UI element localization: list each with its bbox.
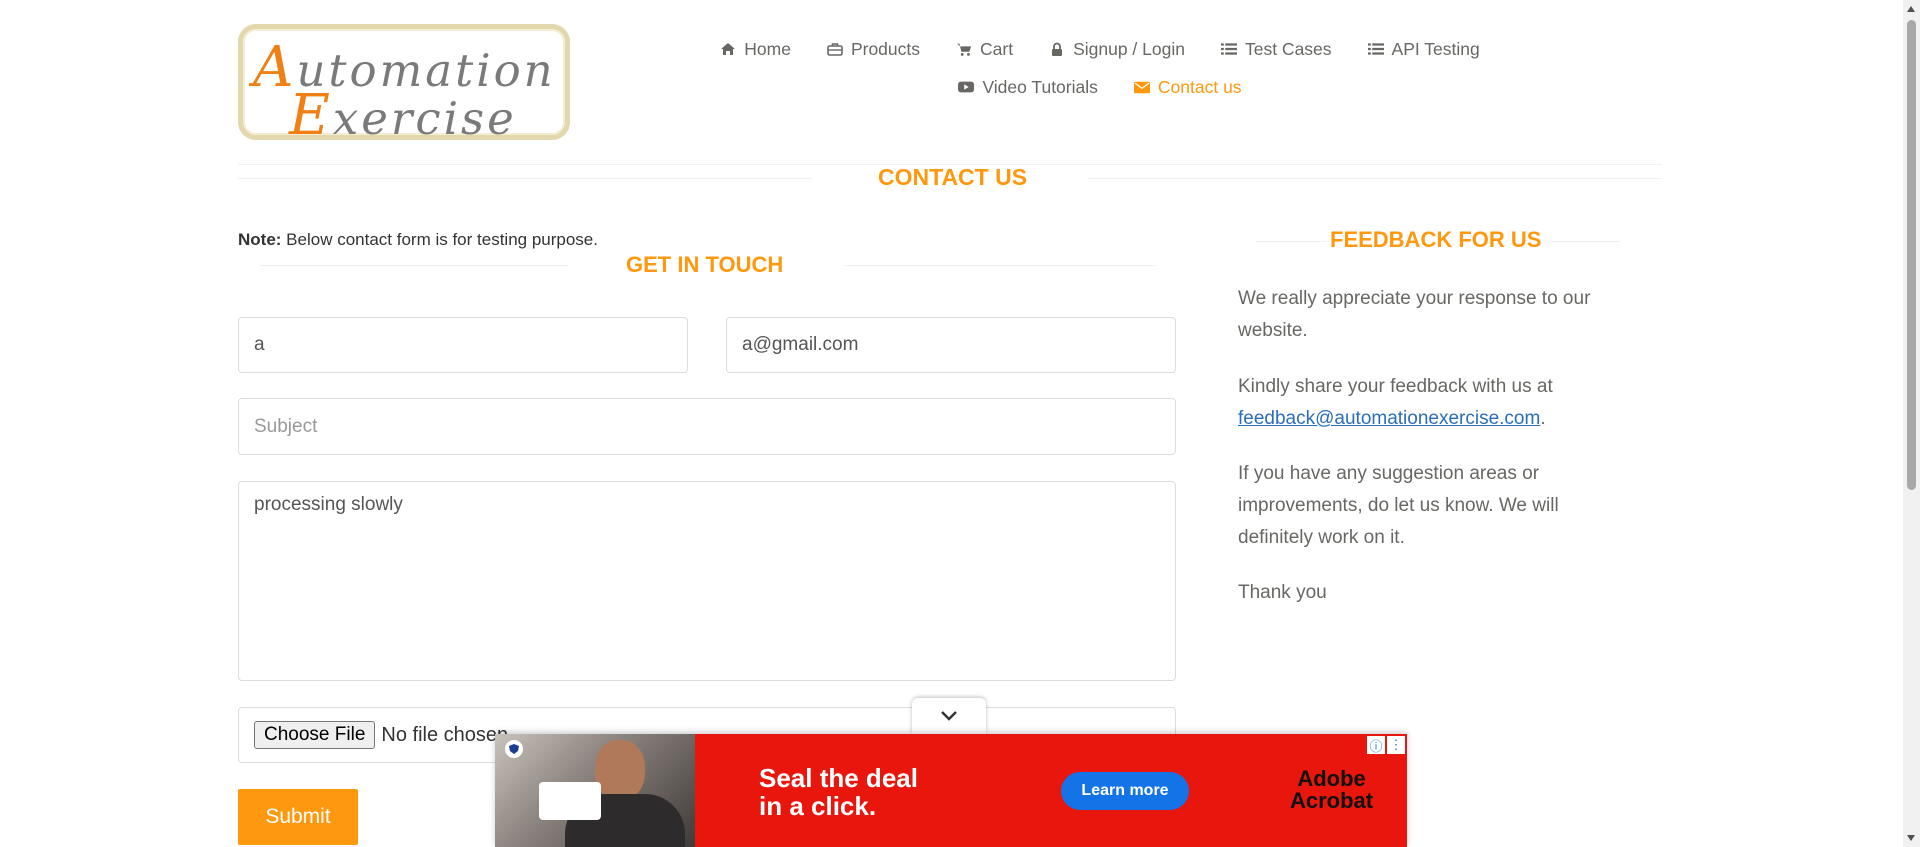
title-line-left [1256,241,1326,242]
logo-line2: Exercise [289,83,517,148]
page-scrollbar[interactable] [1903,0,1920,847]
feedback-text-1: We really appreciate your response to ou… [1238,288,1591,341]
nav-cart[interactable]: Cart [938,36,1031,62]
nav-label: Signup / Login [1073,38,1185,59]
nav-api-testing[interactable]: API Testing [1350,36,1498,62]
message-textarea[interactable]: processing slowly [238,481,1176,681]
list-icon [1367,41,1384,57]
title-line-right [1550,241,1620,242]
ad-controls: ⓘ ⋮ [1367,736,1405,754]
nav-home[interactable]: Home [702,36,809,62]
subject-input[interactable] [238,398,1176,455]
nav-video-tutorials[interactable]: Video Tutorials [940,74,1115,100]
feedback-title: Feedback For Us [1330,227,1542,252]
nav-label: Products [850,38,920,59]
nav-row-1: Home Products Cart Signup / Login Test Cases… [700,36,1500,62]
nav-label: Test Cases [1244,38,1332,59]
title-line-right [845,265,1155,266]
nav-signup-login[interactable]: Signup / Login [1031,36,1203,62]
chevron-down-icon [941,711,957,721]
scroll-up-icon[interactable] [1907,6,1915,12]
nav-label: API Testing [1391,38,1480,59]
ad-brand: Adobe Acrobat [1290,766,1374,813]
title-line-right [1088,178,1662,179]
nav-label: Home [744,38,791,59]
cart-icon [956,41,972,57]
nav-row-2: Video Tutorials Contact us [700,74,1500,100]
feedback-text-4: Thank you [1238,582,1327,603]
form-note: Note: Below contact form is for testing … [238,230,598,249]
list-icon [1220,41,1237,57]
ad-learn-more-button[interactable]: Learn more [1061,772,1189,810]
scroll-thumb[interactable] [1907,20,1916,490]
nav-label: Cart [980,38,1014,59]
info-icon[interactable]: ⓘ [1367,736,1385,754]
choose-file-button[interactable]: Choose File [254,721,376,749]
ad-banner[interactable]: Seal the deal in a click. Learn more Ado… [495,734,1407,847]
feedback-text-3: If you have any suggestion areas or impr… [1238,463,1559,548]
ad-collapse-button[interactable] [912,698,986,734]
nav-products[interactable]: Products [809,36,938,62]
site-logo[interactable]: Automation Exercise [238,24,570,148]
submit-button[interactable]: Submit [238,789,358,845]
shield-icon [505,740,523,758]
ad-headline: Seal the deal in a click. [759,763,918,821]
email-input[interactable] [726,317,1176,373]
page-title: Contact Us [878,164,1028,190]
youtube-icon [958,79,975,95]
nav-label: Contact us [1157,76,1242,97]
nav-label: Video Tutorials [982,76,1098,97]
nav-test-cases[interactable]: Test Cases [1203,36,1350,62]
ad-image [495,734,695,847]
title-line-left [260,265,568,266]
feedback-email-link[interactable]: feedback@automationexercise.com [1238,408,1540,429]
lock-icon [1049,41,1065,57]
main-nav: Home Products Cart Signup / Login Test Cases… [700,36,1500,100]
no-file-label: No file chosen [381,723,509,746]
name-input[interactable] [238,317,688,373]
title-line-left [238,178,812,179]
briefcase-icon [827,41,843,57]
nav-contact-us[interactable]: Contact us [1116,74,1260,100]
envelope-icon [1133,79,1150,95]
feedback-text-2: Kindly share your feedback with us at fe… [1238,376,1553,429]
more-options-icon[interactable]: ⋮ [1387,736,1405,754]
home-icon [720,41,736,57]
scroll-down-icon[interactable] [1907,835,1915,841]
get-in-touch-title: Get In Touch [626,252,784,277]
